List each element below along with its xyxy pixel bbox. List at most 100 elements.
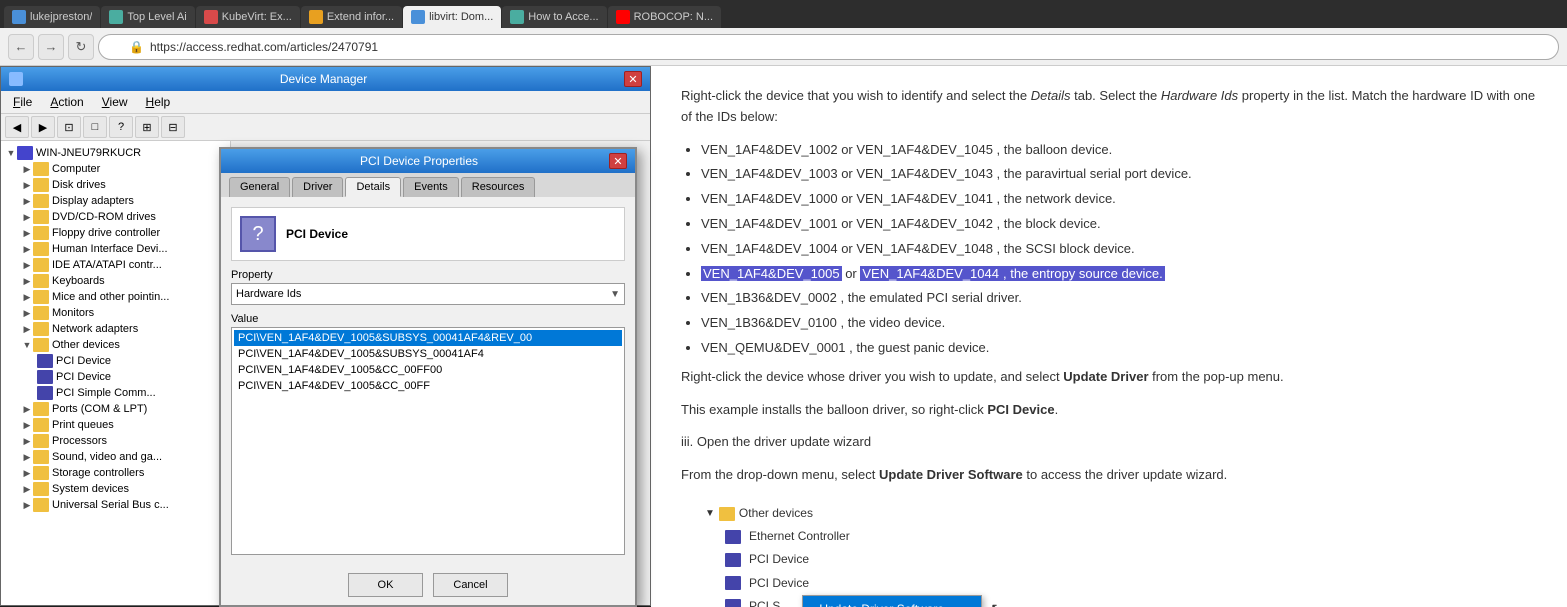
value-item-3[interactable]: PCI\VEN_1AF4&DEV_1005&CC_00FF: [234, 378, 622, 394]
property-dropdown[interactable]: Hardware Ids ▼: [231, 283, 625, 305]
tree-item-print[interactable]: ▶ Print queues: [1, 417, 230, 433]
expand-icon: ▶: [21, 163, 33, 175]
value-item-1[interactable]: PCI\VEN_1AF4&DEV_1005&SUBSYS_00041AF4: [234, 346, 622, 362]
article-pane: Right-click the device that you wish to …: [651, 66, 1567, 607]
label-usb: Universal Serial Bus c...: [52, 499, 169, 511]
toolbar-btn-4[interactable]: □: [83, 116, 107, 138]
dm-menubar: File Action View Help: [1, 91, 650, 114]
tree-item-ide[interactable]: ▶ IDE ATA/ATAPI contr...: [1, 257, 230, 273]
folder-icon-system: [33, 482, 49, 496]
tab-favicon-2: [109, 10, 123, 24]
tree-item-processors[interactable]: ▶ Processors: [1, 433, 230, 449]
expand-icon-sound: ▶: [21, 451, 33, 463]
tree-item-pci1[interactable]: PCI Device: [1, 353, 230, 369]
tree-item-pci2[interactable]: PCI Device: [1, 369, 230, 385]
tree-item-ports[interactable]: ▶ Ports (COM & LPT): [1, 401, 230, 417]
value-item-2[interactable]: PCI\VEN_1AF4&DEV_1005&CC_00FF00: [234, 362, 622, 378]
toolbar-btn-3[interactable]: ⊡: [57, 116, 81, 138]
tree-item-monitors[interactable]: ▶ Monitors: [1, 305, 230, 321]
pci-device-bold: PCI Device: [987, 402, 1054, 417]
folder-icon-network: [33, 322, 49, 336]
tab-label-7: ROBOCOP: N...: [634, 11, 713, 23]
tree-item-hid[interactable]: ▶ Human Interface Devi...: [1, 241, 230, 257]
tree-root[interactable]: ▼ WIN-JNEU79RKUCR: [1, 145, 230, 161]
expand-icon-network: ▶: [21, 323, 33, 335]
pcidev1-icon: [725, 553, 741, 567]
expand-icon-processors: ▶: [21, 435, 33, 447]
forward-button[interactable]: →: [38, 34, 64, 60]
tree-item-system[interactable]: ▶ System devices: [1, 481, 230, 497]
dm-close-button[interactable]: ✕: [624, 71, 642, 87]
tab-extend[interactable]: Extend infor...: [301, 6, 402, 28]
tree-item-dvd[interactable]: ▶ DVD/CD-ROM drives: [1, 209, 230, 225]
tab-favicon-4: [309, 10, 323, 24]
device-tree: ▼ WIN-JNEU79RKUCR ▶ Computer ▶ Disk driv…: [1, 141, 231, 605]
toolbar-btn-5[interactable]: ?: [109, 116, 133, 138]
tab-label-5: libvirt: Dom...: [429, 11, 493, 23]
tree-item-pcisimple[interactable]: PCI Simple Comm...: [1, 385, 230, 401]
menu-file[interactable]: File: [5, 93, 40, 111]
tab-favicon-5: [411, 10, 425, 24]
tab-driver[interactable]: Driver: [292, 177, 343, 197]
tab-kubevirt[interactable]: KubeVirt: Ex...: [196, 6, 300, 28]
value-list[interactable]: PCI\VEN_1AF4&DEV_1005&SUBSYS_00041AF4&RE…: [231, 327, 625, 555]
id-item-2: VEN_1AF4&DEV_1000 or VEN_1AF4&DEV_1041 ,…: [701, 189, 1537, 210]
label-other: Other devices: [52, 339, 120, 351]
menu-help[interactable]: Help: [138, 93, 179, 111]
pci-close-button[interactable]: ✕: [609, 153, 627, 169]
tab-resources[interactable]: Resources: [461, 177, 536, 197]
toolbar-btn-7[interactable]: ⊟: [161, 116, 185, 138]
tree-item-other[interactable]: ▼ Other devices: [1, 337, 230, 353]
back-button[interactable]: ←: [8, 34, 34, 60]
cancel-button[interactable]: Cancel: [433, 573, 508, 597]
folder-icon-mice: [33, 290, 49, 304]
menu-view[interactable]: View: [94, 93, 136, 111]
refresh-button[interactable]: ↻: [68, 34, 94, 60]
tab-favicon-6: [510, 10, 524, 24]
pcis-context-row: PCI S... Update Driver Software... ↖: [721, 595, 1537, 607]
tab-general[interactable]: General: [229, 177, 290, 197]
folder-icon-disk: [33, 178, 49, 192]
tree-item-network[interactable]: ▶ Network adapters: [1, 321, 230, 337]
address-bar[interactable]: 🔒 https://access.redhat.com/articles/247…: [98, 34, 1559, 60]
toolbar-btn-1[interactable]: ◀: [5, 116, 29, 138]
expand-icon-usb: ▶: [21, 499, 33, 511]
tab-robocop[interactable]: ROBOCOP: N...: [608, 6, 721, 28]
pcis-label: PCI S...: [749, 597, 790, 607]
tree-item-floppy[interactable]: ▶ Floppy drive controller: [1, 225, 230, 241]
pci-footer: OK Cancel: [221, 565, 635, 605]
label-storage: Storage controllers: [52, 467, 144, 479]
tab-libvirt[interactable]: libvirt: Dom...: [403, 6, 501, 28]
tree-item-keyboards[interactable]: ▶ Keyboards: [1, 273, 230, 289]
folder-icon-keyboards: [33, 274, 49, 288]
tab-toplevel[interactable]: Top Level Ai: [101, 6, 194, 28]
toolbar-btn-2[interactable]: ▶: [31, 116, 55, 138]
label-floppy: Floppy drive controller: [52, 227, 160, 239]
ethernet-label: Ethernet Controller: [749, 527, 850, 546]
context-menu-item-update[interactable]: Update Driver Software...: [803, 596, 981, 607]
dropdown-arrow-icon: ▼: [610, 289, 620, 300]
label-dvd: DVD/CD-ROM drives: [52, 211, 156, 223]
tree-item-display[interactable]: ▶ Display adapters: [1, 193, 230, 209]
tree-item-storage[interactable]: ▶ Storage controllers: [1, 465, 230, 481]
article-para2: Right-click the device whose driver you …: [681, 367, 1537, 388]
tree-item-sound[interactable]: ▶ Sound, video and ga...: [1, 449, 230, 465]
ethernet-row: Ethernet Controller: [721, 525, 1537, 548]
tab-details[interactable]: Details: [345, 177, 401, 197]
label-disk: Disk drives: [52, 179, 106, 191]
tab-howtoaccess[interactable]: How to Acce...: [502, 6, 606, 28]
value-item-0[interactable]: PCI\VEN_1AF4&DEV_1005&SUBSYS_00041AF4&RE…: [234, 330, 622, 346]
id-item-0: VEN_1AF4&DEV_1002 or VEN_1AF4&DEV_1045 ,…: [701, 140, 1537, 161]
tree-item-mice[interactable]: ▶ Mice and other pointin...: [1, 289, 230, 305]
ok-button[interactable]: OK: [348, 573, 423, 597]
tab-lukejpreston[interactable]: lukejpreston/: [4, 6, 100, 28]
pci-device-icon: ?: [240, 216, 276, 252]
label-ide: IDE ATA/ATAPI contr...: [52, 259, 162, 271]
tab-events[interactable]: Events: [403, 177, 459, 197]
tree-item-usb[interactable]: ▶ Universal Serial Bus c...: [1, 497, 230, 513]
menu-action[interactable]: Action: [42, 93, 91, 111]
computer-icon: [17, 146, 33, 160]
tree-item-disk[interactable]: ▶ Disk drives: [1, 177, 230, 193]
toolbar-btn-6[interactable]: ⊞: [135, 116, 159, 138]
tree-item-computer[interactable]: ▶ Computer: [1, 161, 230, 177]
